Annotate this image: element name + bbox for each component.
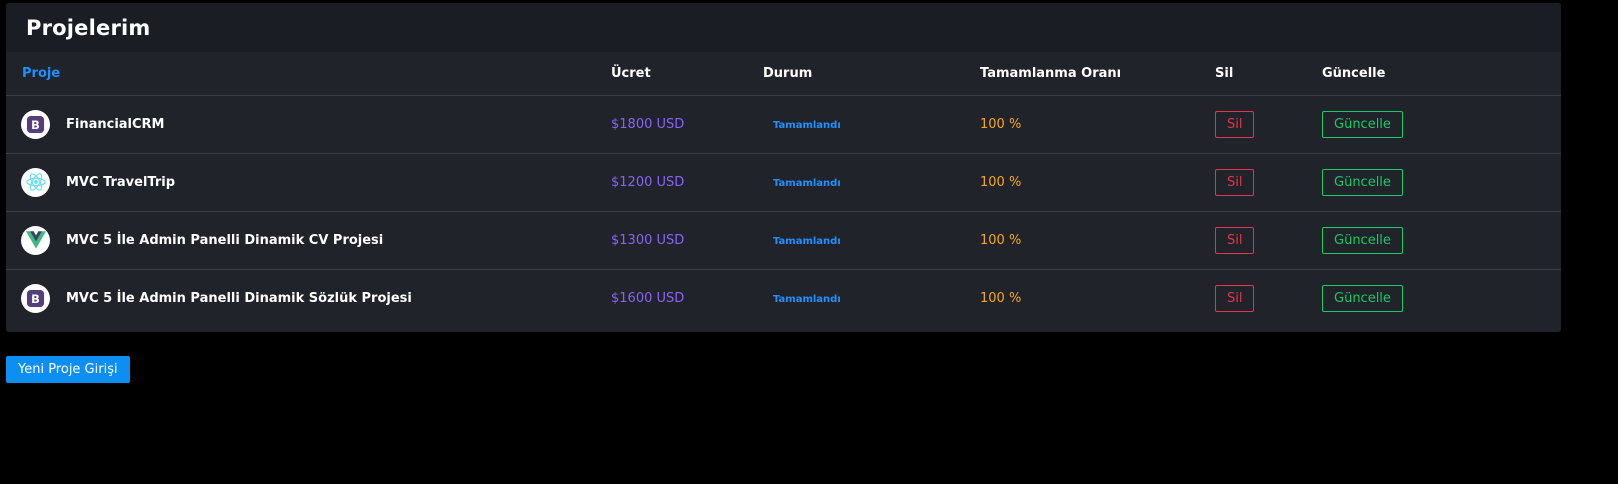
update-button[interactable]: Güncelle	[1322, 284, 1403, 312]
table-row: B MVC 5 İle Admin Panelli Dinamik Sözlük…	[6, 269, 1561, 327]
bootstrap-icon: B	[21, 109, 50, 139]
projects-card: Projelerim Proje Ücret Durum Tamamlanma …	[6, 3, 1561, 332]
status-badge: Tamamlandı	[773, 293, 841, 305]
page-title: Projelerim	[26, 15, 151, 40]
status-badge: Tamamlandı	[773, 235, 841, 247]
table-header-row: Proje Ücret Durum Tamamlanma Oranı Sil G…	[6, 52, 1561, 96]
project-price: $1300 USD	[611, 232, 685, 248]
progress-value: 100 %	[980, 232, 1022, 248]
svg-text:B: B	[31, 292, 40, 306]
progress-value: 100 %	[980, 290, 1022, 306]
project-price: $1600 USD	[611, 290, 685, 306]
project-name: MVC 5 İle Admin Panelli Dinamik CV Proje…	[66, 232, 384, 248]
delete-button[interactable]: Sil	[1215, 168, 1255, 196]
header-ucret: Ücret	[611, 52, 763, 96]
header-guncelle: Güncelle	[1322, 52, 1561, 96]
table-row: MVC 5 İle Admin Panelli Dinamik CV Proje…	[6, 211, 1561, 269]
svg-text:B: B	[31, 117, 40, 131]
update-button[interactable]: Güncelle	[1322, 226, 1403, 254]
bootstrap-icon: B	[21, 283, 50, 313]
project-price: $1800 USD	[611, 116, 685, 132]
project-price: $1200 USD	[611, 174, 685, 190]
delete-button[interactable]: Sil	[1215, 110, 1255, 138]
new-project-button[interactable]: Yeni Proje Girişi	[6, 356, 130, 383]
status-badge: Tamamlandı	[773, 177, 841, 189]
progress-value: 100 %	[980, 174, 1022, 190]
card-header: Projelerim	[6, 3, 1561, 52]
update-button[interactable]: Güncelle	[1322, 168, 1403, 196]
vue-icon	[21, 225, 50, 255]
project-name: FinancialCRM	[66, 116, 165, 132]
table-row: B FinancialCRM $1800 USD Tamamlandı 100 …	[6, 95, 1561, 153]
project-name: MVC TravelTrip	[66, 174, 176, 190]
progress-value: 100 %	[980, 116, 1022, 132]
table-row: MVC TravelTrip $1200 USD Tamamlandı 100 …	[6, 153, 1561, 211]
header-durum: Durum	[763, 52, 980, 96]
project-name: MVC 5 İle Admin Panelli Dinamik Sözlük P…	[66, 290, 412, 306]
react-icon	[21, 167, 50, 197]
delete-button[interactable]: Sil	[1215, 226, 1255, 254]
projects-table: Proje Ücret Durum Tamamlanma Oranı Sil G…	[6, 52, 1561, 327]
header-proje: Proje	[6, 52, 611, 96]
update-button[interactable]: Güncelle	[1322, 110, 1403, 138]
header-oran: Tamamlanma Oranı	[980, 52, 1215, 96]
header-sil: Sil	[1215, 52, 1322, 96]
status-badge: Tamamlandı	[773, 119, 841, 131]
delete-button[interactable]: Sil	[1215, 284, 1255, 312]
